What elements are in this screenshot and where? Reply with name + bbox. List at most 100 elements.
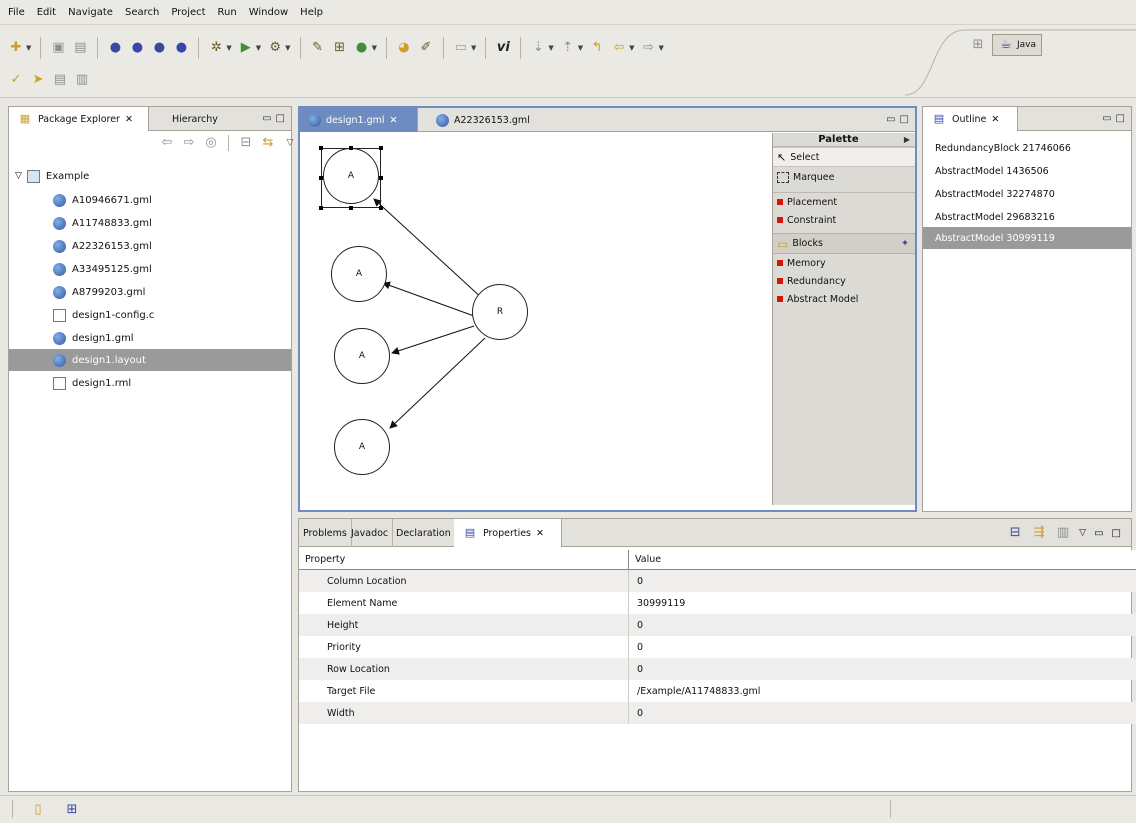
outline-item[interactable]: RedundancyBlock 21746066 (923, 137, 1131, 159)
palette-item-memory[interactable]: Memory (773, 254, 915, 272)
tree-item-file-selected[interactable]: design1.layout (9, 349, 291, 371)
table-row[interactable]: Height 0 (299, 614, 1136, 636)
minimize-icon[interactable]: ▭ (1094, 528, 1103, 539)
maximize-icon[interactable]: □ (1116, 113, 1125, 124)
forward-icon[interactable]: ⇨ (641, 40, 657, 56)
node-a[interactable]: A (334, 419, 390, 475)
property-value[interactable]: 0 (629, 570, 1136, 592)
maximize-icon[interactable]: □ (1112, 528, 1121, 539)
debug-icon[interactable]: ✲ (208, 40, 224, 56)
outline-item[interactable]: AbstractModel 32274870 (923, 183, 1131, 205)
menu-search[interactable]: Search (125, 7, 159, 18)
up-icon[interactable]: ◎ (203, 135, 219, 151)
column-header-property[interactable]: Property (299, 550, 629, 569)
vi-mode-icon[interactable]: vi (495, 40, 511, 56)
new-package-icon[interactable]: ⊞ (332, 40, 348, 56)
tab-hierarchy[interactable]: Hierarchy (164, 107, 226, 131)
menu-window[interactable]: Window (249, 7, 288, 18)
property-value[interactable]: 30999119 (629, 592, 1136, 614)
tree-item-file[interactable]: design1.rml (9, 372, 291, 394)
tab-javadoc[interactable]: Javadoc (347, 519, 394, 547)
toggle-mark-icon[interactable]: ➤ (30, 72, 46, 88)
table-row[interactable]: Target File/Example/A11748833.gml (299, 680, 1136, 702)
table-row[interactable]: Row Location 0 (299, 658, 1136, 680)
open-folder-icon[interactable]: ▭ (453, 40, 469, 56)
close-icon[interactable]: ✕ (991, 114, 999, 125)
column-header-value[interactable]: Value (629, 550, 1136, 569)
resize-handle[interactable] (319, 146, 323, 150)
new-icon[interactable]: ✚ (8, 40, 24, 56)
tree-item-file[interactable]: design1.gml (9, 327, 291, 349)
palette-item-placement[interactable]: Placement (773, 193, 915, 211)
resize-handle[interactable] (379, 206, 383, 210)
resize-handle[interactable] (319, 206, 323, 210)
tab-properties[interactable]: ▤ Properties ✕ (454, 519, 562, 547)
package-explorer-fast-view-icon[interactable]: ⊞ (64, 802, 80, 818)
external-tools-dropdown-icon[interactable]: ▼ (285, 44, 290, 52)
tab-declaration[interactable]: Declaration (392, 519, 456, 547)
run-dropdown-icon[interactable]: ▼ (256, 44, 261, 52)
resize-handle[interactable] (319, 176, 323, 180)
forward-dropdown-icon[interactable]: ▼ (659, 44, 664, 52)
resize-handle[interactable] (349, 146, 353, 150)
paste-icon[interactable]: ▥ (74, 72, 90, 88)
tree-item-file[interactable]: A11748833.gml (9, 212, 291, 234)
property-value[interactable]: /Example/A11748833.gml (629, 680, 1136, 702)
new-java-project-icon[interactable]: ✎ (310, 40, 326, 56)
palette-item-redundancy[interactable]: Redundancy (773, 272, 915, 290)
tree-item-file[interactable]: design1-config.c (9, 304, 291, 326)
save-icon[interactable]: ▣ (50, 40, 66, 56)
table-row[interactable]: Priority 0 (299, 636, 1136, 658)
gml-circle-icon-3[interactable]: ● (151, 40, 167, 56)
next-annotation-icon[interactable]: ⇣ (530, 40, 546, 56)
open-type-icon[interactable]: ◕ (396, 40, 412, 56)
property-value[interactable]: 0 (629, 614, 1136, 636)
menu-file[interactable]: File (8, 7, 25, 18)
resize-handle[interactable] (349, 206, 353, 210)
tree-item-file[interactable]: A22326153.gml (9, 235, 291, 257)
palette-drawer-blocks[interactable]: ▭ Blocks ✦ (773, 233, 915, 254)
resize-handle[interactable] (379, 176, 383, 180)
java-perspective-button[interactable]: ☕ Java (992, 34, 1043, 56)
outline-item[interactable]: AbstractModel 29683216 (923, 206, 1131, 228)
forward-icon[interactable]: ⇨ (181, 135, 197, 151)
minimize-icon[interactable]: ▭ (886, 114, 895, 125)
diagram-canvas[interactable]: A A A A R Palette ▶ ↖ Select Marquee Pla… (300, 133, 915, 510)
tab-a22326153-gml[interactable]: A22326153.gml (428, 108, 538, 132)
show-advanced-icon[interactable]: ⇶ (1031, 525, 1047, 541)
table-row[interactable]: Element Name 30999119 (299, 592, 1136, 614)
palette-item-constraint[interactable]: Constraint (773, 211, 915, 229)
maximize-icon[interactable]: □ (276, 113, 285, 124)
pin-icon[interactable]: ✦ (901, 238, 909, 249)
fast-view-icon[interactable]: ▯ (30, 802, 46, 818)
restore-default-icon[interactable]: ▥ (1055, 525, 1071, 541)
palette-tool-marquee[interactable]: Marquee (773, 167, 915, 187)
back-dropdown-icon[interactable]: ▼ (629, 44, 634, 52)
print-icon[interactable]: ▤ (72, 40, 88, 56)
chevron-down-icon[interactable]: ▽ (15, 171, 22, 181)
node-a[interactable]: A (331, 246, 387, 302)
open-folder-dropdown-icon[interactable]: ▼ (471, 44, 476, 52)
node-a[interactable]: A (334, 328, 390, 384)
gml-circle-icon-2[interactable]: ● (129, 40, 145, 56)
menu-edit[interactable]: Edit (37, 7, 56, 18)
close-icon[interactable]: ✕ (390, 115, 398, 126)
search-icon[interactable]: ✐ (418, 40, 434, 56)
back-icon[interactable]: ⇦ (611, 40, 627, 56)
menu-navigate[interactable]: Navigate (68, 7, 113, 18)
open-perspective-icon[interactable]: ⊞ (970, 37, 986, 53)
new-class-icon[interactable]: ● (354, 40, 370, 56)
table-row[interactable]: Width 0 (299, 702, 1136, 724)
next-annotation-dropdown-icon[interactable]: ▼ (548, 44, 553, 52)
tree-item-file[interactable]: A10946671.gml (9, 189, 291, 211)
external-tools-icon[interactable]: ⚙ (267, 40, 283, 56)
tree-item-file[interactable]: A33495125.gml (9, 258, 291, 280)
outline-item[interactable]: AbstractModel 1436506 (923, 160, 1131, 182)
palette-header[interactable]: Palette ▶ (773, 133, 915, 147)
last-edit-location-icon[interactable]: ↰ (589, 40, 605, 56)
menu-help[interactable]: Help (300, 7, 323, 18)
gml-circle-icon-1[interactable]: ● (107, 40, 123, 56)
palette-tool-select[interactable]: ↖ Select (773, 147, 915, 167)
property-value[interactable]: 0 (629, 636, 1136, 658)
close-icon[interactable]: ✕ (536, 528, 544, 539)
